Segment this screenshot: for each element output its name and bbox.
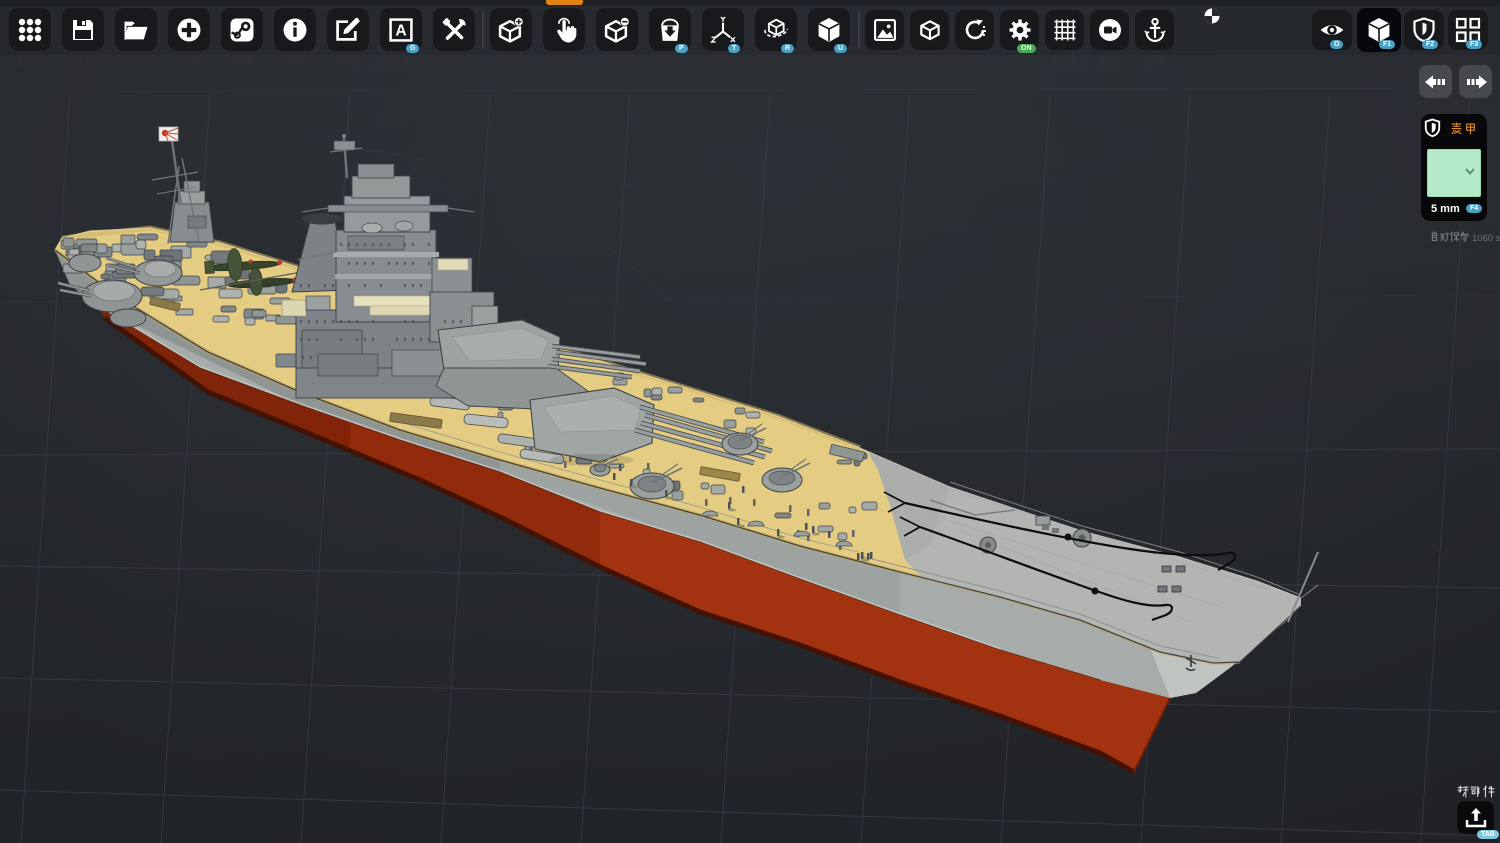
svg-text:A: A (395, 22, 406, 39)
svg-text:1060 s: 1060 s (1472, 233, 1500, 244)
